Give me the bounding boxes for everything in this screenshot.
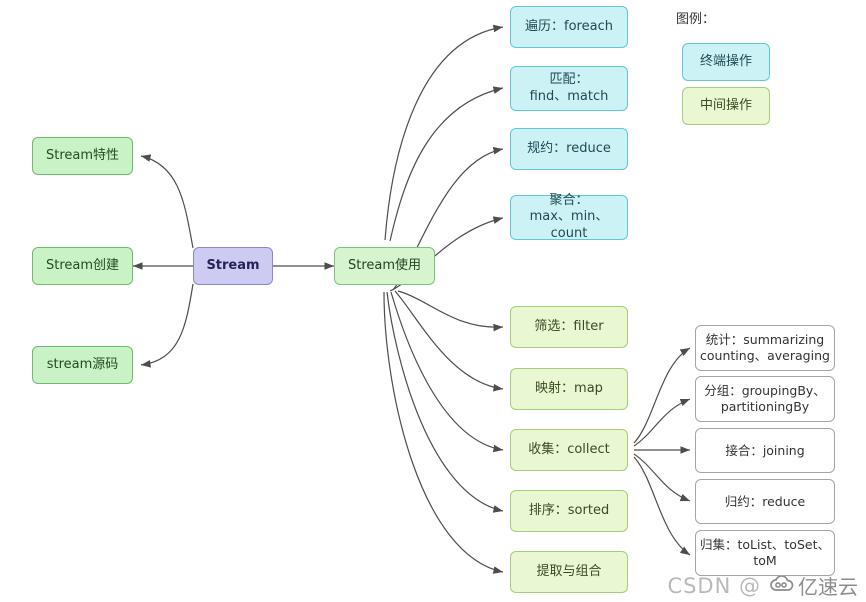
node-intermediate-extract-combine-label: 提取与组合 xyxy=(536,563,602,579)
node-terminal-foreach-label: 遍历：foreach xyxy=(525,18,613,34)
node-intermediate-extract-combine[interactable]: 提取与组合 xyxy=(510,551,628,593)
node-terminal-aggregate-label: 聚合： max、min、count xyxy=(529,193,609,241)
legend-item-intermediate-label: 中间操作 xyxy=(699,97,752,113)
watermark: CSDN @ 亿速云 xyxy=(667,571,858,600)
node-intermediate-sorted[interactable]: 排序：sorted xyxy=(510,490,628,532)
legend-item-terminal: 终端操作 xyxy=(682,43,770,81)
node-terminal-aggregate[interactable]: 聚合： max、min、count xyxy=(510,193,628,241)
node-intermediate-collect[interactable]: 收集：collect xyxy=(510,429,628,471)
mindmap-canvas: Stream Stream特性 Stream创建 stream源码 Stream… xyxy=(0,0,866,602)
cloud-logo-icon xyxy=(769,574,795,598)
legend-title: 图例： xyxy=(676,12,716,27)
node-collect-summarizing-label: 统计：summarizing counting、averaging xyxy=(700,332,830,363)
node-intermediate-sorted-label: 排序：sorted xyxy=(528,502,610,518)
node-intermediate-filter-label: 筛选：filter xyxy=(534,318,604,334)
node-collect-tolist[interactable]: 归集：toList、toSet、 toM xyxy=(695,530,835,576)
node-collect-tolist-label: 归集：toList、toSet、 toM xyxy=(700,537,830,568)
legend-item-terminal-label: 终端操作 xyxy=(699,53,752,69)
node-terminal-match-label: 匹配： find、match xyxy=(529,72,609,104)
node-collect-grouping-label: 分组：groupingBy、 partitioningBy xyxy=(704,383,826,414)
node-stream-usage-label: Stream使用 xyxy=(347,257,422,273)
node-collect-grouping[interactable]: 分组：groupingBy、 partitioningBy xyxy=(695,376,835,422)
node-stream-usage[interactable]: Stream使用 xyxy=(334,247,435,285)
node-collect-reduce-label: 归约：reduce xyxy=(724,493,806,509)
node-collect-joining[interactable]: 接合：joining xyxy=(695,428,835,473)
node-terminal-match[interactable]: 匹配： find、match xyxy=(510,66,628,111)
node-intermediate-collect-label: 收集：collect xyxy=(528,441,610,457)
node-collect-summarizing[interactable]: 统计：summarizing counting、averaging xyxy=(695,325,835,371)
node-terminal-reduce-label: 规约：reduce xyxy=(527,140,611,156)
node-stream-create-label: Stream创建 xyxy=(45,257,120,273)
node-stream-features-label: Stream特性 xyxy=(45,147,120,163)
node-intermediate-map-label: 映射：map xyxy=(535,380,603,396)
node-collect-joining-label: 接合：joining xyxy=(725,442,805,458)
node-intermediate-filter[interactable]: 筛选：filter xyxy=(510,306,628,348)
watermark-brand-group: 亿速云 xyxy=(769,571,858,600)
watermark-prefix: CSDN @ xyxy=(667,573,761,598)
node-root-stream-label: Stream xyxy=(206,257,260,273)
node-stream-create[interactable]: Stream创建 xyxy=(32,247,133,285)
node-stream-source-label: stream源码 xyxy=(46,356,119,372)
legend-item-intermediate: 中间操作 xyxy=(682,87,770,125)
node-stream-features[interactable]: Stream特性 xyxy=(32,137,133,175)
node-stream-source[interactable]: stream源码 xyxy=(32,346,133,384)
node-terminal-foreach[interactable]: 遍历：foreach xyxy=(510,6,628,48)
node-terminal-reduce[interactable]: 规约：reduce xyxy=(510,128,628,170)
watermark-brand-text: 亿速云 xyxy=(798,575,858,599)
node-collect-reduce[interactable]: 归约：reduce xyxy=(695,479,835,524)
node-root-stream[interactable]: Stream xyxy=(193,247,273,285)
node-intermediate-map[interactable]: 映射：map xyxy=(510,368,628,410)
